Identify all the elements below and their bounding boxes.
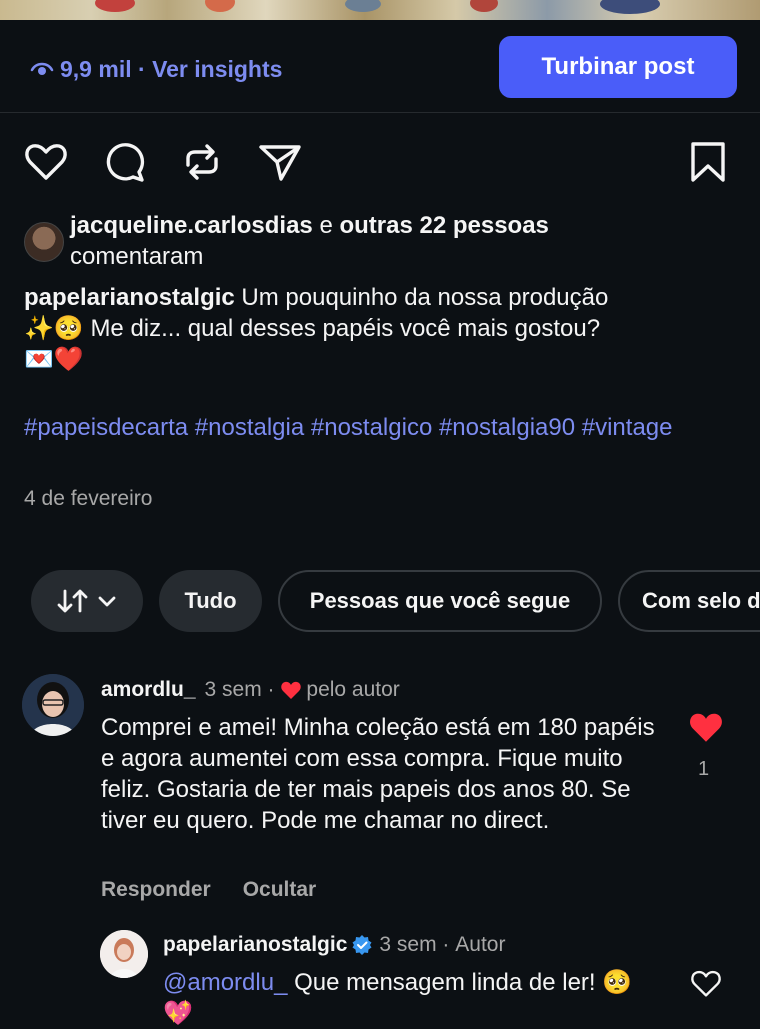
sort-dropdown[interactable] xyxy=(31,570,143,632)
hashtags[interactable]: #papeisdecarta #nostalgia #nostalgico #n… xyxy=(24,412,734,443)
comment-avatar[interactable] xyxy=(22,674,84,736)
heart-icon xyxy=(25,144,67,180)
avatar-photo xyxy=(22,674,84,736)
reply-body: Que mensagem linda de ler! xyxy=(287,969,603,996)
insights-link[interactable]: 9,9 mil · Ver insights xyxy=(30,52,282,86)
comment-actions: Responder Ocultar xyxy=(101,878,316,902)
see-insights-label: Ver insights xyxy=(152,55,283,82)
like-button[interactable] xyxy=(22,138,70,186)
heart-icon xyxy=(690,713,722,742)
sort-icon xyxy=(57,589,88,613)
post-date: 4 de fevereiro xyxy=(24,487,153,510)
reply-time: 3 sem xyxy=(379,933,437,956)
commenters-suffix: comentaram xyxy=(70,243,204,270)
reply-username[interactable]: papelarianostalgic xyxy=(163,933,347,957)
reply-like-button[interactable] xyxy=(690,968,722,998)
comment-icon xyxy=(106,143,145,182)
comment-text: Comprei e amei! Minha coleção está em 18… xyxy=(101,714,655,834)
author-badge: Autor xyxy=(455,933,506,956)
commenters-joiner: e xyxy=(312,212,340,239)
comment-time: 3 sem xyxy=(204,678,262,701)
bookmark-icon xyxy=(691,142,725,182)
hide-button[interactable]: Ocultar xyxy=(243,878,317,902)
share-button[interactable] xyxy=(256,138,304,186)
heart-icon xyxy=(691,970,721,997)
eye-icon xyxy=(30,62,54,75)
boost-post-button[interactable]: Turbinar post xyxy=(499,36,737,98)
other-commenters[interactable]: outras 22 pessoas xyxy=(339,212,548,239)
comment-username[interactable]: amordlu_ xyxy=(101,678,196,702)
commenter-username[interactable]: jacqueline.carlosdias xyxy=(70,212,313,239)
divider xyxy=(0,112,760,113)
post-caption: papelarianostalgic Um pouquinho da nossa… xyxy=(24,282,734,375)
chevron-down-icon xyxy=(98,596,116,607)
heart-icon xyxy=(281,681,302,699)
comment-like-button[interactable] xyxy=(688,710,724,744)
views-count: 9,9 mil xyxy=(60,55,132,82)
share-icon xyxy=(259,145,301,181)
comment-button[interactable] xyxy=(100,138,148,186)
save-button[interactable] xyxy=(684,138,732,186)
filter-verified-chip[interactable]: Com selo de xyxy=(618,570,760,632)
meta-separator: · xyxy=(436,933,456,956)
avatar[interactable] xyxy=(24,222,64,262)
comment-like-count[interactable]: 1 xyxy=(698,758,709,781)
verified-badge-icon xyxy=(352,935,372,955)
filter-following-chip[interactable]: Pessoas que você segue xyxy=(278,570,602,632)
caption-author[interactable]: papelarianostalgic xyxy=(24,284,235,311)
post-image-bottom-edge xyxy=(0,0,760,20)
caption-emoji-1: ✨🥺 xyxy=(24,314,84,342)
repost-button[interactable] xyxy=(178,138,226,186)
commenters-summary[interactable]: jacqueline.carlosdias e outras 22 pessoa… xyxy=(70,210,710,272)
caption-line1: Um pouquinho da nossa produção xyxy=(241,284,609,311)
reply-mention[interactable]: @amordlu_ xyxy=(163,969,287,996)
reply-avatar[interactable] xyxy=(100,930,148,978)
avatar-photo xyxy=(100,930,148,978)
insights-separator: · xyxy=(131,55,153,82)
caption-line2: Me diz... qual desses papéis você mais g… xyxy=(90,315,601,342)
meta-separator: · xyxy=(261,678,281,701)
repost-icon xyxy=(186,144,218,180)
reply-meta: papelarianostalgic 3 sem · Autor xyxy=(163,933,505,957)
liked-by-author-label: pelo autor xyxy=(306,678,400,701)
caption-emoji-2: 💌❤️ xyxy=(24,345,84,373)
filter-all-chip[interactable]: Tudo xyxy=(159,570,262,632)
comment-meta: amordlu_ 3 sem · pelo autor xyxy=(101,678,400,702)
reply-button[interactable]: Responder xyxy=(101,878,211,902)
